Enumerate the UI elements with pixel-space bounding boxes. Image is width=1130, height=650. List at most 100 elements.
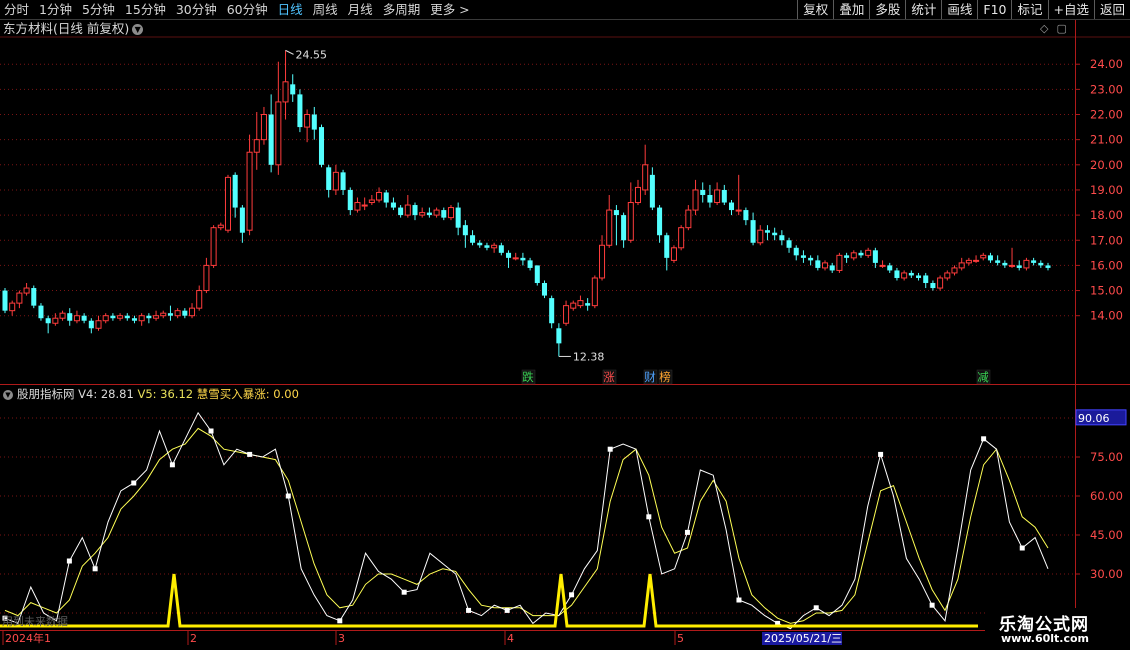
candle-body [67, 313, 73, 321]
v4-marker [684, 529, 690, 535]
candle [700, 182, 706, 203]
candle [836, 252, 843, 273]
candle [462, 220, 468, 248]
candle-body [1045, 265, 1051, 268]
candle-body [549, 298, 555, 324]
price-tick-label: 24.00 [1090, 57, 1123, 71]
v4-marker [1019, 545, 1025, 551]
price-tick-label: 15.00 [1090, 284, 1123, 298]
candle [491, 242, 498, 253]
candle [844, 252, 850, 263]
candle-body [808, 257, 814, 261]
candle [1016, 260, 1022, 271]
candle-body [290, 84, 296, 95]
candle-body [110, 315, 116, 319]
indicator-name: 股朋指标网 [17, 387, 75, 401]
candle-body [541, 283, 548, 296]
candle [16, 290, 23, 309]
v4-marker [646, 514, 652, 520]
candle [707, 184, 713, 208]
future-data-note: 用到未来数据 [2, 615, 68, 628]
candle-body [2, 290, 8, 311]
candle [498, 242, 504, 256]
candle-body [621, 215, 627, 241]
v4-marker [878, 451, 884, 457]
candle-body [484, 245, 490, 248]
candle [764, 225, 770, 241]
candle-body [390, 202, 396, 208]
candle [815, 255, 821, 271]
candle [1045, 262, 1051, 271]
candle [160, 310, 167, 319]
candle [887, 262, 893, 273]
candle [621, 212, 627, 248]
candle [965, 257, 972, 266]
candle-body [52, 317, 59, 324]
candle [563, 300, 570, 326]
candle [908, 270, 914, 278]
candle-body [404, 204, 411, 216]
candle-body [800, 255, 806, 258]
candle-body [282, 81, 289, 103]
v4-marker [569, 592, 575, 598]
candle [117, 313, 124, 321]
candle-body [894, 270, 900, 278]
candle-body [196, 290, 203, 309]
candle-body [260, 114, 267, 141]
candle-body [441, 210, 447, 218]
candle [1023, 257, 1030, 271]
candle [527, 257, 533, 271]
candle-body [772, 232, 778, 236]
candle-body [937, 277, 944, 289]
candle [937, 275, 944, 291]
candle-body [901, 272, 908, 279]
candle [455, 202, 461, 236]
candle [534, 265, 540, 286]
candle-body [865, 249, 872, 256]
candle-body [779, 235, 785, 241]
candle-body [995, 260, 1001, 263]
candle-body [987, 255, 993, 261]
v4-marker [401, 589, 407, 595]
candle-body [1038, 262, 1044, 266]
candle [232, 172, 238, 218]
candle [901, 270, 908, 281]
candle-body [210, 227, 217, 266]
candle [67, 308, 73, 326]
candle-body [879, 264, 886, 267]
candle-body [246, 151, 253, 231]
candle [477, 240, 483, 248]
candle-body [304, 114, 311, 128]
candle [685, 205, 692, 231]
chevron-down-icon[interactable]: ▼ [3, 389, 13, 400]
candle-body [88, 320, 94, 329]
v4-marker [337, 618, 343, 624]
candle [433, 207, 440, 218]
candle-body [908, 272, 914, 276]
candle-body [850, 252, 857, 259]
candle-body [627, 202, 634, 241]
candle [879, 260, 886, 268]
candle-body [613, 210, 619, 216]
candle-body [412, 205, 418, 216]
buy-signal-line [0, 573, 978, 628]
candle-body [685, 209, 692, 229]
candle-body [577, 300, 584, 307]
candle [326, 164, 332, 198]
v4-marker [169, 462, 175, 468]
indicator-title[interactable]: ▼ 股朋指标网 V4: 28.81 V5: 36.12 慧雪买入暴涨: 0.00 [3, 387, 299, 401]
candle [793, 245, 799, 261]
candle [772, 227, 778, 241]
candle-body [239, 207, 245, 233]
candle [657, 205, 663, 243]
candle-body [700, 189, 706, 195]
candle [268, 94, 274, 173]
indicator-series [0, 411, 1049, 630]
time-label-0: 2024年1 [5, 631, 51, 645]
candle-body [1002, 262, 1008, 266]
candle-body [38, 305, 44, 319]
candle [980, 252, 987, 261]
candle [2, 288, 8, 314]
candle [88, 318, 94, 334]
candle-body [527, 260, 533, 268]
